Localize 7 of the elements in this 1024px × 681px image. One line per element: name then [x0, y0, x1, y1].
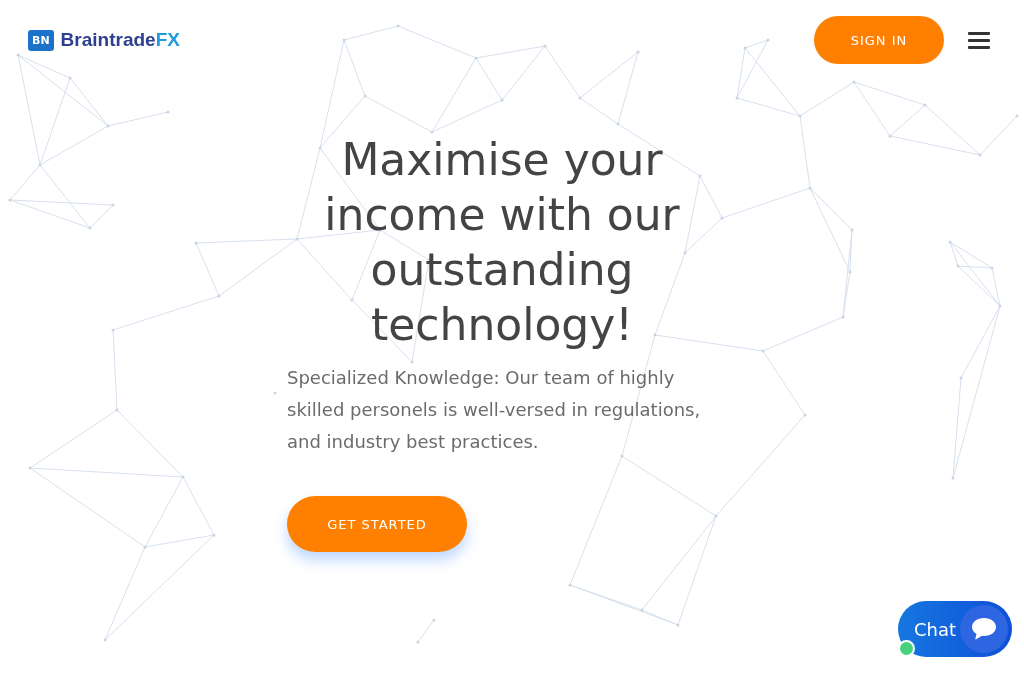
hero-description: Specialized Knowledge: Our team of highly skilled personels is well-versed in regulations, and industry best practices. — [287, 366, 702, 454]
chat-button[interactable]: Chat — [898, 601, 1012, 657]
speech-bubble-icon — [960, 605, 1008, 653]
logo-badge: BN — [28, 29, 54, 51]
hero-heading: Maximise your income with our outstanding technology! — [323, 133, 681, 352]
menu-icon[interactable] — [968, 31, 990, 49]
brand-name[interactable]: BraintradeFX — [60, 29, 180, 51]
